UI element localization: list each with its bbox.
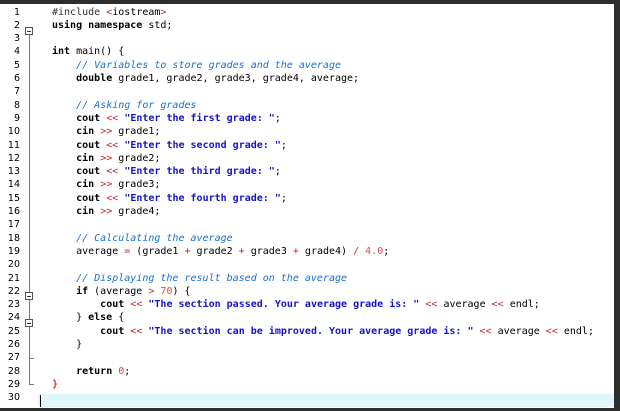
line-code: cout << "Enter the second grade: "; [76,139,287,151]
line-number: 9 [13,112,20,124]
line-code: double grade1, grade2, grade3, grade4, a… [76,73,360,84]
line-number: 12 [7,152,20,164]
code-line[interactable]: 11 cout << "Enter the second grade: "; [0,139,620,152]
code-line[interactable]: 2 using namespace std; [0,19,620,32]
line-code: using namespace std; [52,19,173,31]
line-code: cout << "Enter the third grade: "; [76,166,281,178]
line-code: cin >> grade2; [76,152,161,164]
line-code: // Variables to store grades and the ave… [76,59,341,71]
line-number: 10 [7,126,20,138]
text-caret [40,395,41,407]
code-line[interactable]: 25 cout << "The section can be improved.… [0,325,620,338]
code-line[interactable]: 19 average = (grade1 + grade2 + grade3 +… [0,245,620,258]
code-line[interactable]: 15 cout << "Enter the fourth grade: "; [0,192,620,205]
code-line[interactable]: 8 // Asking for grades [0,99,620,112]
line-number: 28 [7,365,20,377]
line-code: // Calculating the average [76,232,233,244]
code-line[interactable]: 17 [0,218,620,231]
line-number: 1 [13,6,20,18]
line-number: 17 [7,219,20,231]
line-code: // Displaying the result based on the av… [76,272,348,284]
line-code: cout << "The section can be improved. Yo… [100,325,594,337]
code-line[interactable]: 29} [0,378,620,391]
line-number: 29 [7,378,20,390]
line-code: cin >> grade1; [76,126,161,138]
code-line[interactable]: 1 #include <iostream> [0,6,620,19]
line-code: cout << "Enter the first grade: "; [76,112,281,124]
line-code: average = (grade1 + grade2 + grade3 + gr… [52,245,390,257]
code-line[interactable]: 16 cin >> grade4; [0,205,620,218]
line-code: // Asking for grades [76,99,197,111]
line-code: int main() { [52,46,125,58]
line-number: 7 [13,86,20,98]
line-code: cout << "The section passed. Your averag… [100,299,540,311]
code-line[interactable]: 4 int main() { [0,45,620,58]
line-code: cin >> grade3; [76,179,161,191]
fold-end-marker [29,384,34,385]
line-number: 22 [7,285,20,297]
line-number: 2 [13,19,20,31]
line-number: 13 [7,166,20,178]
line-number: 19 [7,245,20,257]
code-line[interactable]: 20 [0,258,620,271]
line-code: cin >> grade4; [76,206,161,217]
fold-collapse-icon[interactable] [25,27,33,35]
code-line[interactable]: 9 cout << "Enter the first grade: "; [0,112,620,125]
line-number: 18 [7,232,20,244]
code-line[interactable]: 10 cin >> grade1; [0,125,620,138]
line-number: 11 [7,139,20,151]
line-number: 26 [7,339,20,350]
fold-end-marker [29,358,34,359]
fold-collapse-icon[interactable] [25,319,33,327]
code-line[interactable]: 30 [0,391,620,404]
code-line[interactable]: 12 cin >> grade2; [0,152,620,165]
line-number: 20 [7,259,20,271]
line-code: cout << "Enter the fourth grade: "; [76,192,287,204]
line-number: 3 [13,33,20,45]
ide-window: 1 #include <iostream> 2 using namespace std… [0,0,620,411]
code-line[interactable]: 23 cout << "The section passed. Your ave… [0,298,620,311]
line-code: } else { [52,312,125,324]
line-number: 27 [7,352,20,364]
code-line[interactable]: 3 [0,32,620,45]
line-number: 30 [7,392,20,404]
line-number: 4 [13,46,20,58]
line-number: 16 [7,206,20,217]
line-code: #include <iostream> [52,6,167,18]
line-number: 14 [7,179,20,191]
line-number: 6 [13,73,20,84]
line-number: 5 [13,59,20,71]
line-number: 25 [7,325,20,337]
code-line[interactable]: 18 // Calculating the average [0,232,620,245]
line-number: 8 [13,99,20,111]
fold-collapse-icon[interactable] [25,292,33,300]
code-line[interactable]: 21 // Displaying the result based on the… [0,272,620,285]
code-line[interactable]: 6 double grade1, grade2, grade3, grade4,… [0,72,620,85]
line-code: return 0; [76,365,131,377]
code-line[interactable]: 27 [0,351,620,364]
line-number: 15 [7,192,20,204]
line-code: if (average > 70) { [76,285,191,297]
code-line[interactable]: 28 return 0; [0,365,620,378]
line-number: 24 [7,312,20,324]
code-line[interactable]: 22 if (average > 70) { [0,285,620,298]
code-line[interactable]: 13 cout << "Enter the third grade: "; [0,165,620,178]
line-number: 23 [7,299,20,311]
code-line[interactable]: 5 // Variables to store grades and the a… [0,59,620,72]
line-code: } [52,339,83,350]
fold-guide-line [29,35,30,384]
line-number: 21 [7,272,20,284]
code-line[interactable]: 14 cin >> grade3; [0,178,620,191]
code-line[interactable]: 24 } else { [0,311,620,324]
code-line[interactable]: 26 } [0,338,620,351]
line-code: } [52,378,59,390]
code-line[interactable]: 7 [0,85,620,98]
